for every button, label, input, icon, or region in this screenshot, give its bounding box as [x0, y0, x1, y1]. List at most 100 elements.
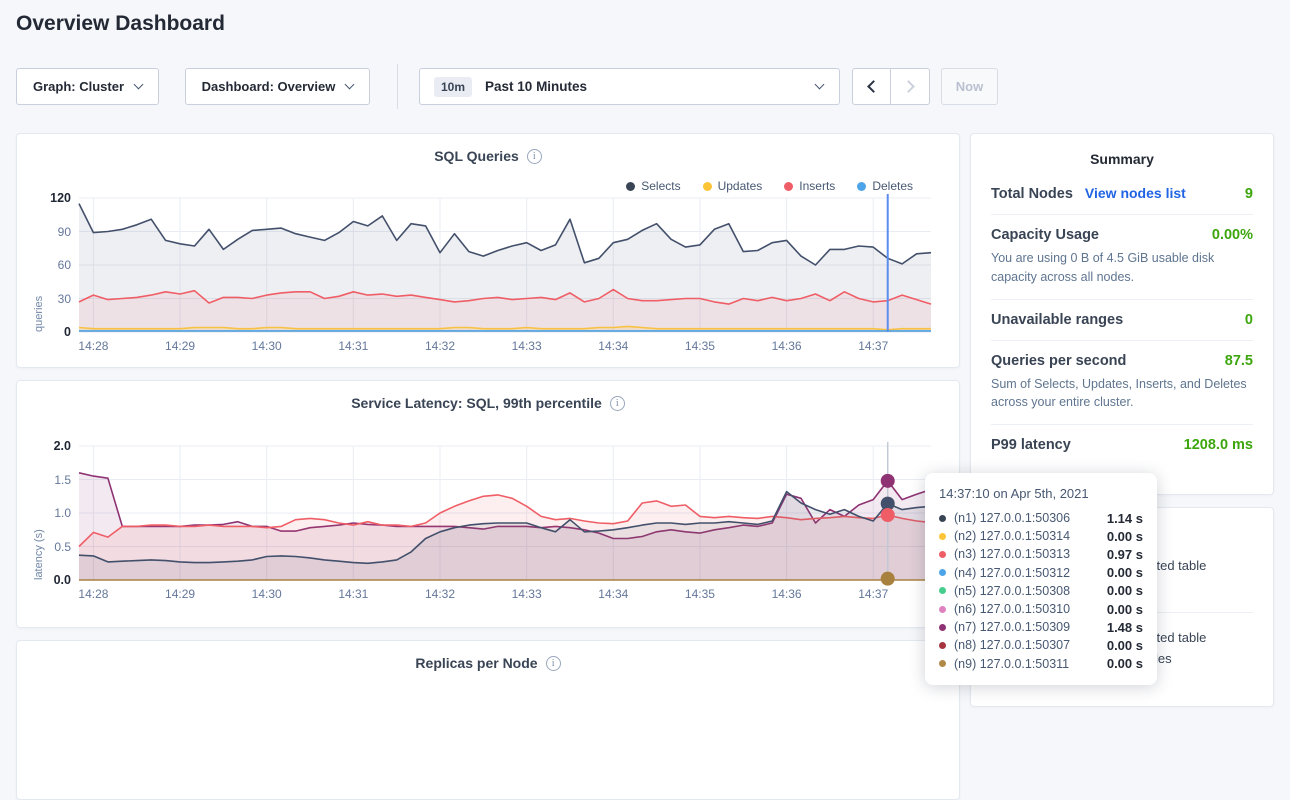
- dashboard-dropdown-label: Dashboard: Overview: [202, 79, 336, 94]
- series-color-dot-icon: [939, 569, 946, 576]
- chevron-right-icon: [902, 80, 915, 93]
- tooltip-node-value: 0.00 s: [1107, 602, 1143, 617]
- tooltip-node-label: (n2) 127.0.0.1:50314: [954, 529, 1070, 543]
- tooltip-node-label: (n5) 127.0.0.1:50308: [954, 584, 1070, 598]
- series-color-dot-icon: [939, 660, 946, 667]
- tooltip-row: (n2) 127.0.0.1:50314 0.00 s: [939, 527, 1143, 545]
- summary-row-header: Queries per second 87.5: [991, 353, 1253, 369]
- chevron-left-icon: [867, 80, 880, 93]
- y-tick-label: 60: [25, 258, 71, 272]
- service-latency-svg: [79, 446, 931, 580]
- info-icon[interactable]: i: [527, 149, 542, 164]
- summary-label: Queries per second: [991, 353, 1126, 369]
- x-tick-label: 14:33: [499, 339, 555, 353]
- tooltip-node-value: 0.00 s: [1107, 656, 1143, 671]
- tooltip-node-value: 0.00 s: [1107, 583, 1143, 598]
- legend-dot-icon: [857, 182, 866, 191]
- x-tick-label: 14:36: [759, 339, 815, 353]
- series-color-dot-icon: [939, 533, 946, 540]
- toolbar-divider: [397, 64, 398, 109]
- summary-label: Total Nodes: [991, 186, 1073, 202]
- series-color-dot-icon: [939, 624, 946, 631]
- sql-legend: Selects Updates Inserts Deletes: [626, 179, 913, 193]
- tooltip-node-value: 0.00 s: [1107, 638, 1143, 653]
- x-tick-label: 14:37: [845, 587, 901, 601]
- time-next-button[interactable]: [891, 68, 930, 105]
- summary-desc: Sum of Selects, Updates, Inserts, and De…: [991, 375, 1253, 413]
- x-tick-label: 14:28: [65, 339, 121, 353]
- series-color-dot-icon: [939, 606, 946, 613]
- service-latency-card: Service Latency: SQL, 99th percentile i …: [16, 380, 960, 628]
- legend-dot-icon: [626, 182, 635, 191]
- y-tick-label: 0.0: [25, 573, 71, 587]
- summary-title: Summary: [971, 134, 1273, 167]
- time-range-dropdown[interactable]: 10m Past 10 Minutes: [419, 68, 840, 105]
- chevron-down-icon: [134, 80, 144, 90]
- x-tick-label: 14:28: [65, 587, 121, 601]
- sql-queries-plot[interactable]: queries 120906030014:2814:2914:3014:3114…: [79, 198, 931, 332]
- tooltip-row: (n3) 127.0.0.1:50313 0.97 s: [939, 545, 1143, 563]
- dashboard-dropdown[interactable]: Dashboard: Overview: [185, 68, 370, 105]
- tooltip-row: (n9) 127.0.0.1:50311 0.00 s: [939, 655, 1143, 673]
- time-range-badge: 10m: [434, 77, 472, 97]
- tooltip-rows: (n1) 127.0.0.1:503061.14 s(n2) 127.0.0.1…: [939, 509, 1143, 673]
- x-tick-label: 14:35: [672, 587, 728, 601]
- x-tick-label: 14:31: [325, 587, 381, 601]
- graph-dropdown-label: Graph: Cluster: [33, 79, 124, 94]
- x-tick-label: 14:31: [325, 339, 381, 353]
- info-icon[interactable]: i: [610, 396, 625, 411]
- tooltip-node-label: (n3) 127.0.0.1:50313: [954, 547, 1070, 561]
- x-tick-label: 14:32: [412, 587, 468, 601]
- x-tick-label: 14:37: [845, 339, 901, 353]
- y-tick-label: 120: [25, 191, 71, 205]
- tooltip-node-label: (n6) 127.0.0.1:50310: [954, 602, 1070, 616]
- legend-item-deletes[interactable]: Deletes: [857, 179, 913, 193]
- series-color-dot-icon: [939, 642, 946, 649]
- now-button[interactable]: Now: [941, 68, 998, 105]
- tooltip-row: (n7) 127.0.0.1:50309 1.48 s: [939, 618, 1143, 636]
- x-tick-label: 14:36: [759, 587, 815, 601]
- summary-label: Unavailable ranges: [991, 312, 1123, 328]
- y-tick-label: 2.0: [25, 439, 71, 453]
- x-tick-label: 14:30: [239, 339, 295, 353]
- tooltip-node-value: 0.00 s: [1107, 529, 1143, 544]
- tooltip-timestamp: 14:37:10 on Apr 5th, 2021: [939, 486, 1143, 501]
- time-prev-button[interactable]: [852, 68, 891, 105]
- tooltip-node-label: (n7) 127.0.0.1:50309: [954, 620, 1070, 634]
- tooltip-node-label: (n4) 127.0.0.1:50312: [954, 566, 1070, 580]
- legend-label: Deletes: [872, 179, 913, 193]
- summary-row: Capacity Usage0.00%You are using 0 B of …: [991, 214, 1253, 299]
- info-icon[interactable]: i: [546, 656, 561, 671]
- y-tick-label: 1.0: [25, 506, 71, 520]
- legend-item-updates[interactable]: Updates: [703, 179, 763, 193]
- legend-item-selects[interactable]: Selects: [626, 179, 680, 193]
- tooltip-node-value: 0.00 s: [1107, 565, 1143, 580]
- time-range-label: Past 10 Minutes: [485, 79, 587, 94]
- service-latency-plot[interactable]: latency (s) 2.01.51.00.50.014:2814:2914:…: [79, 446, 931, 580]
- x-tick-label: 14:32: [412, 339, 468, 353]
- summary-rows: Total NodesView nodes list9Capacity Usag…: [971, 167, 1273, 465]
- y-tick-label: 1.5: [25, 473, 71, 487]
- sql-queries-title: SQL Queries: [434, 148, 519, 164]
- graph-dropdown[interactable]: Graph: Cluster: [16, 68, 159, 105]
- legend-item-inserts[interactable]: Inserts: [784, 179, 835, 193]
- summary-panel: Summary Total NodesView nodes list9Capac…: [970, 133, 1274, 495]
- series-color-dot-icon: [939, 587, 946, 594]
- chevron-down-icon: [815, 80, 825, 90]
- tooltip-node-label: (n8) 127.0.0.1:50307: [954, 638, 1070, 652]
- summary-value: 1208.0 ms: [1184, 437, 1253, 453]
- page-title: Overview Dashboard: [16, 12, 225, 36]
- y-tick-label: 90: [25, 225, 71, 239]
- summary-row-header: Capacity Usage0.00%: [991, 227, 1253, 243]
- x-tick-label: 14:35: [672, 339, 728, 353]
- summary-value: 87.5: [1225, 353, 1253, 369]
- tooltip-node-value: 1.14 s: [1107, 511, 1143, 526]
- tooltip-node-label: (n9) 127.0.0.1:50311: [954, 657, 1069, 671]
- tooltip-node-value: 1.48 s: [1107, 620, 1143, 635]
- tooltip-node-value: 0.97 s: [1107, 547, 1143, 562]
- summary-label: P99 latency: [991, 437, 1071, 453]
- summary-label: Capacity Usage: [991, 227, 1099, 243]
- summary-row: Unavailable ranges0: [991, 299, 1253, 340]
- summary-row: P99 latency 1208.0 ms: [991, 424, 1253, 465]
- nodes-list-link[interactable]: View nodes list: [1085, 185, 1186, 201]
